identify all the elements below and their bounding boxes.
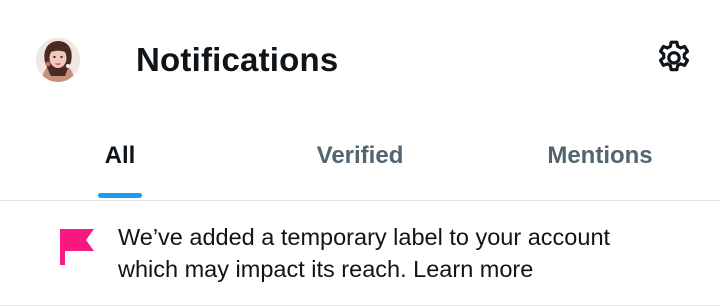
active-tab-indicator xyxy=(98,193,142,198)
page-title: Notifications xyxy=(136,41,339,78)
tab-mentions-label: Mentions xyxy=(547,142,653,169)
tab-mentions[interactable]: Mentions xyxy=(480,118,720,200)
header: Notifications xyxy=(0,0,720,118)
learn-more-link[interactable]: Learn more xyxy=(413,256,533,282)
avatar[interactable] xyxy=(36,38,80,82)
account-label-notice: We’ve added a temporary label to your ac… xyxy=(0,201,720,305)
notification-tabs: All Verified Mentions xyxy=(0,118,720,200)
avatar-image xyxy=(36,38,80,82)
gear-icon xyxy=(658,40,690,72)
notice-line-1: We’ve added a temporary label to your ac… xyxy=(118,224,611,250)
tab-all[interactable]: All xyxy=(0,118,240,200)
settings-button[interactable] xyxy=(652,36,696,80)
notice-message: We’ve added a temporary label to your ac… xyxy=(118,221,698,285)
tab-verified[interactable]: Verified xyxy=(240,118,480,200)
flag-icon xyxy=(60,229,94,265)
tab-verified-label: Verified xyxy=(316,142,404,169)
notifications-screen: Notifications All Verified Mentions We’v… xyxy=(0,0,720,306)
tab-all-label: All xyxy=(104,142,136,169)
notice-line-2: which may impact its reach. xyxy=(118,256,407,282)
